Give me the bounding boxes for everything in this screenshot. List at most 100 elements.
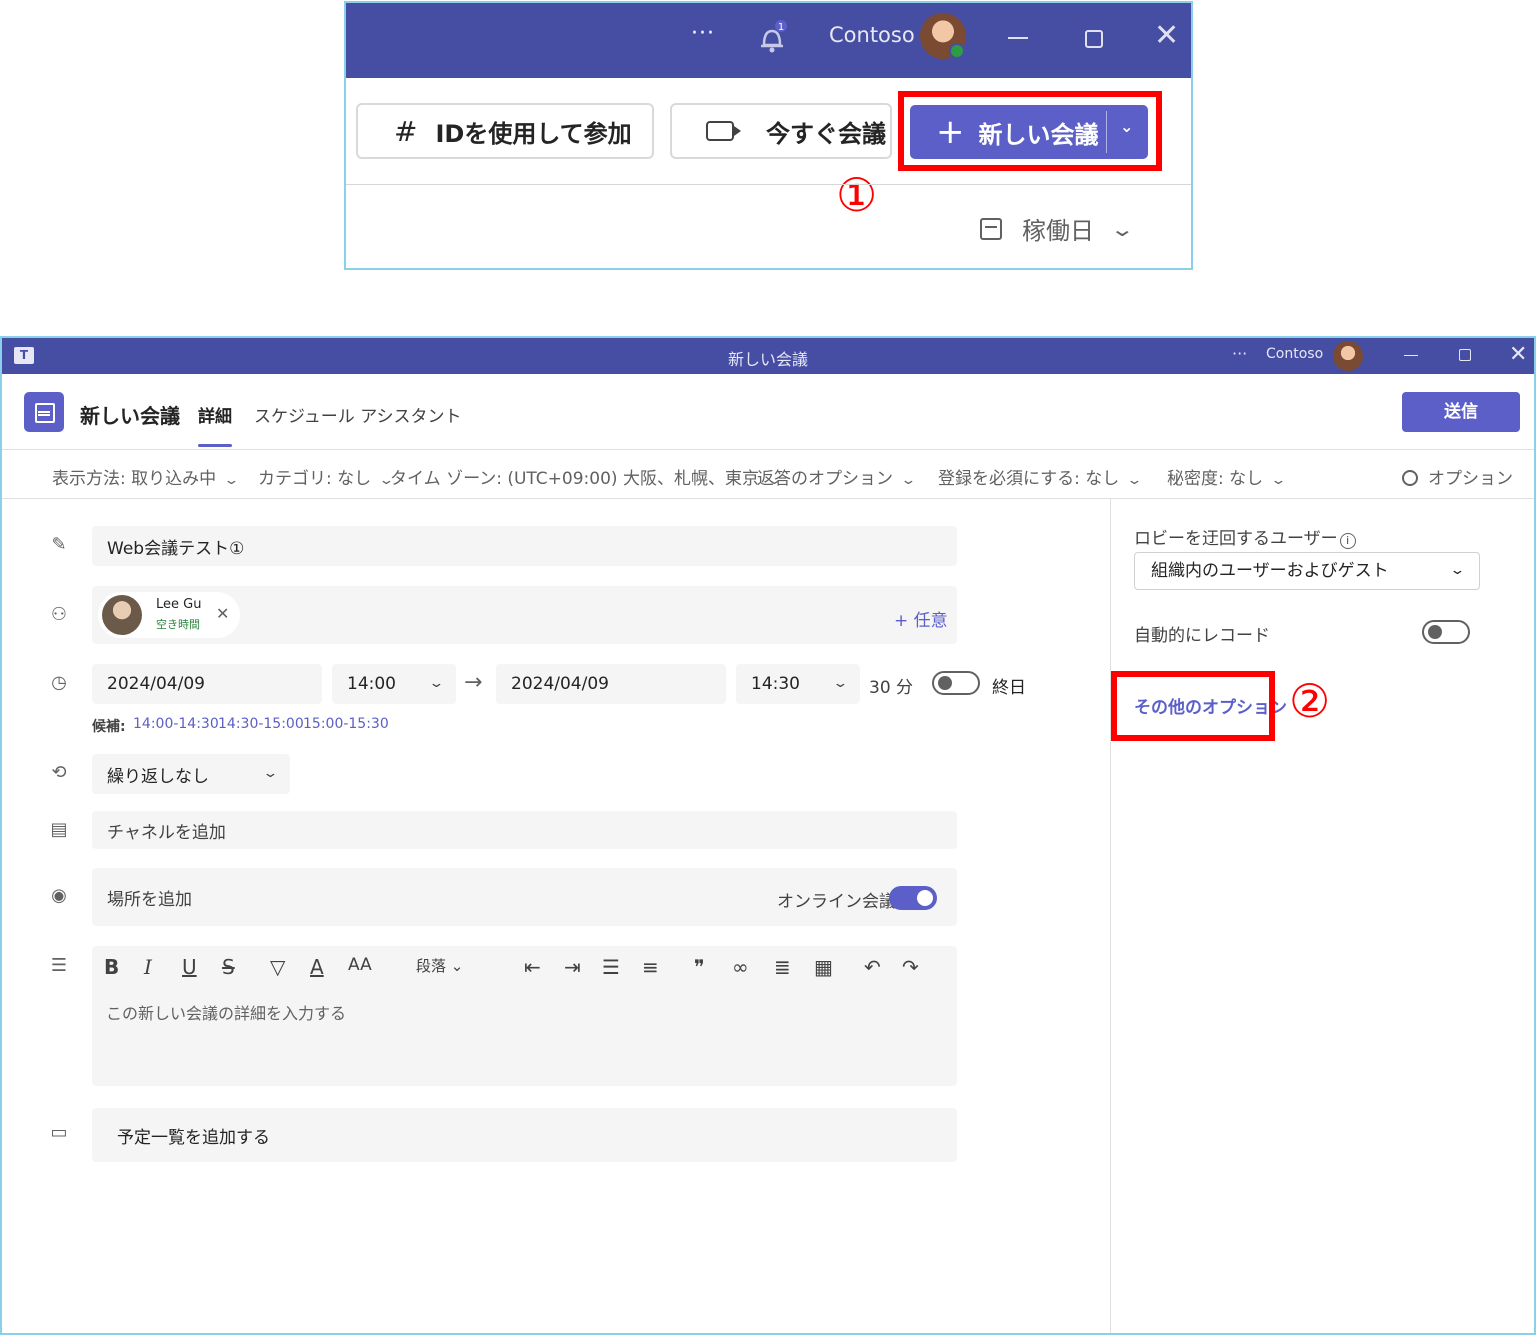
minimize-icon[interactable]	[1404, 355, 1418, 356]
online-meeting-toggle[interactable]	[889, 886, 937, 910]
step-marker-2: ②	[1289, 674, 1331, 728]
italic-icon[interactable]: I	[144, 955, 152, 979]
redo-icon[interactable]: ↷	[902, 955, 919, 979]
channel-input[interactable]: チャネルを追加	[92, 811, 957, 849]
all-day-label: 終日	[992, 678, 1026, 698]
options-label: オプション	[1428, 469, 1513, 489]
notification-badge: 1	[778, 22, 784, 33]
user-name[interactable]: Contoso	[1266, 346, 1323, 362]
suggestion-slot[interactable]: 14:00-14:30	[133, 716, 219, 732]
table-icon[interactable]: ▦	[814, 955, 833, 979]
highlight-icon[interactable]: ▽	[270, 955, 285, 979]
maximize-icon[interactable]	[1085, 30, 1103, 48]
suggestions-label: 候補:	[92, 719, 126, 735]
attendee-chip: Lee Gu 空き時間 ✕	[98, 592, 240, 638]
view-selector[interactable]: 稼働日 ⌄	[980, 211, 1135, 246]
chevron-down-icon: ⌄	[832, 676, 849, 691]
options-button[interactable]: オプション	[1402, 464, 1513, 489]
bullet-list-icon[interactable]: ☰	[602, 955, 620, 979]
registration-label: 登録を必須にする: なし	[938, 469, 1120, 489]
join-with-id-button[interactable]: # IDを使用して参加	[356, 103, 654, 159]
divider	[2, 498, 1534, 499]
close-icon[interactable]: ✕	[1154, 21, 1179, 51]
title-value: Web会議テスト①	[107, 538, 245, 559]
avatar[interactable]	[1333, 341, 1363, 371]
attendee-name: Lee Gu	[156, 597, 202, 612]
horizontal-rule-icon[interactable]: ≣	[774, 955, 791, 979]
bold-icon[interactable]: B	[104, 955, 119, 979]
category-dropdown[interactable]: カテゴリ: なし ⌄	[258, 464, 395, 489]
auto-record-label: 自動的にレコード	[1134, 626, 1270, 646]
add-optional-attendee-link[interactable]: + 任意	[894, 606, 948, 631]
chevron-down-icon: ⌄	[428, 676, 445, 691]
user-name[interactable]: Contoso	[829, 23, 915, 47]
numbered-list-icon[interactable]: ≡	[642, 955, 659, 979]
suggestion-slot[interactable]: 15:00-15:30	[303, 716, 389, 732]
start-date-input[interactable]: 2024/04/09	[92, 664, 322, 704]
repeat-value: 繰り返しなし	[107, 766, 209, 787]
minimize-icon[interactable]	[1008, 37, 1028, 39]
start-time-value: 14:00	[347, 674, 396, 694]
details-list-icon: ☰	[50, 955, 68, 976]
info-icon[interactable]: i	[1339, 533, 1356, 549]
quote-icon[interactable]: ❞	[694, 955, 705, 979]
tab-details[interactable]: 詳細	[198, 402, 232, 427]
maximize-icon[interactable]	[1459, 349, 1471, 361]
meet-now-button[interactable]: 今すぐ会議	[670, 103, 892, 159]
font-color-icon[interactable]: A	[310, 955, 324, 979]
notification-bell-icon[interactable]: 1	[756, 19, 788, 55]
step-marker-1: ①	[836, 168, 878, 222]
avatar	[102, 595, 142, 635]
highlight-box-1	[898, 91, 1162, 171]
join-with-id-label: IDを使用して参加	[435, 119, 632, 148]
suggestion-slot[interactable]: 14:30-15:00	[218, 716, 304, 732]
arrow-right-icon: →	[464, 670, 483, 695]
title-input[interactable]: Web会議テスト①	[92, 526, 957, 566]
close-icon[interactable]: ✕	[1509, 342, 1527, 367]
remove-attendee-icon[interactable]: ✕	[216, 604, 229, 623]
lobby-bypass-dropdown[interactable]: 組織内のユーザーおよびゲスト ⌄	[1134, 552, 1480, 590]
channel-placeholder: チャネルを追加	[107, 822, 226, 843]
timezone-dropdown[interactable]: タイム ゾーン: (UTC+09:00) 大阪、札幌、東京 ⌄	[390, 464, 783, 489]
start-time-dropdown[interactable]: 14:00 ⌄	[332, 664, 456, 704]
indent-icon[interactable]: ⇥	[564, 955, 581, 979]
show-as-dropdown[interactable]: 表示方法: 取り込み中 ⌄	[52, 464, 240, 489]
lobby-bypass-value: 組織内のユーザーおよびゲスト	[1151, 561, 1389, 581]
tab-scheduling-assistant[interactable]: スケジュール アシスタント	[254, 402, 462, 427]
attendee-status: 空き時間	[156, 618, 200, 631]
all-day-toggle[interactable]	[932, 671, 980, 695]
agenda-icon: ▭	[50, 1122, 68, 1143]
link-icon[interactable]: ∞	[732, 955, 749, 979]
font-size-icon[interactable]: AA	[348, 955, 372, 975]
more-icon[interactable]: ···	[1232, 344, 1247, 363]
undo-icon[interactable]: ↶	[864, 955, 881, 979]
paragraph-dropdown[interactable]: 段落 ⌄	[416, 955, 463, 976]
chevron-down-icon: ⌄	[1109, 216, 1135, 241]
location-pin-icon: ◉	[51, 885, 67, 906]
strikethrough-icon[interactable]: S	[222, 955, 235, 979]
underline-icon[interactable]: U	[182, 955, 197, 979]
chevron-down-icon: ⌄	[1449, 563, 1466, 578]
video-camera-icon	[706, 121, 741, 141]
registration-dropdown[interactable]: 登録を必須にする: なし ⌄	[938, 464, 1143, 489]
agenda-button[interactable]: 予定一覧を追加する	[92, 1108, 957, 1162]
send-button[interactable]: 送信	[1402, 392, 1520, 432]
divider	[346, 184, 1191, 185]
calendar-icon	[24, 392, 64, 432]
end-time-dropdown[interactable]: 14:30 ⌄	[736, 664, 860, 704]
new-meeting-window: T 新しい会議 ··· Contoso ✕ 新しい会議 詳細 スケジュール アシ…	[0, 336, 1536, 1335]
sensitivity-dropdown[interactable]: 秘密度: なし ⌄	[1167, 464, 1287, 489]
meet-now-label: 今すぐ会議	[766, 119, 886, 148]
active-tab-indicator	[198, 444, 232, 447]
more-icon[interactable]: ···	[691, 21, 715, 46]
start-date-value: 2024/04/09	[107, 674, 205, 694]
repeat-dropdown[interactable]: 繰り返しなし ⌄	[92, 754, 290, 794]
category-label: カテゴリ: なし	[258, 469, 372, 489]
response-options-dropdown[interactable]: 返答のオプション ⌄	[757, 464, 917, 489]
response-options-label: 返答のオプション	[757, 469, 893, 489]
window-title-bar: T 新しい会議 ··· Contoso ✕	[2, 338, 1534, 374]
auto-record-toggle[interactable]	[1422, 620, 1470, 644]
outdent-icon[interactable]: ⇤	[524, 955, 541, 979]
end-date-input[interactable]: 2024/04/09	[496, 664, 726, 704]
page-title: 新しい会議	[80, 404, 180, 428]
